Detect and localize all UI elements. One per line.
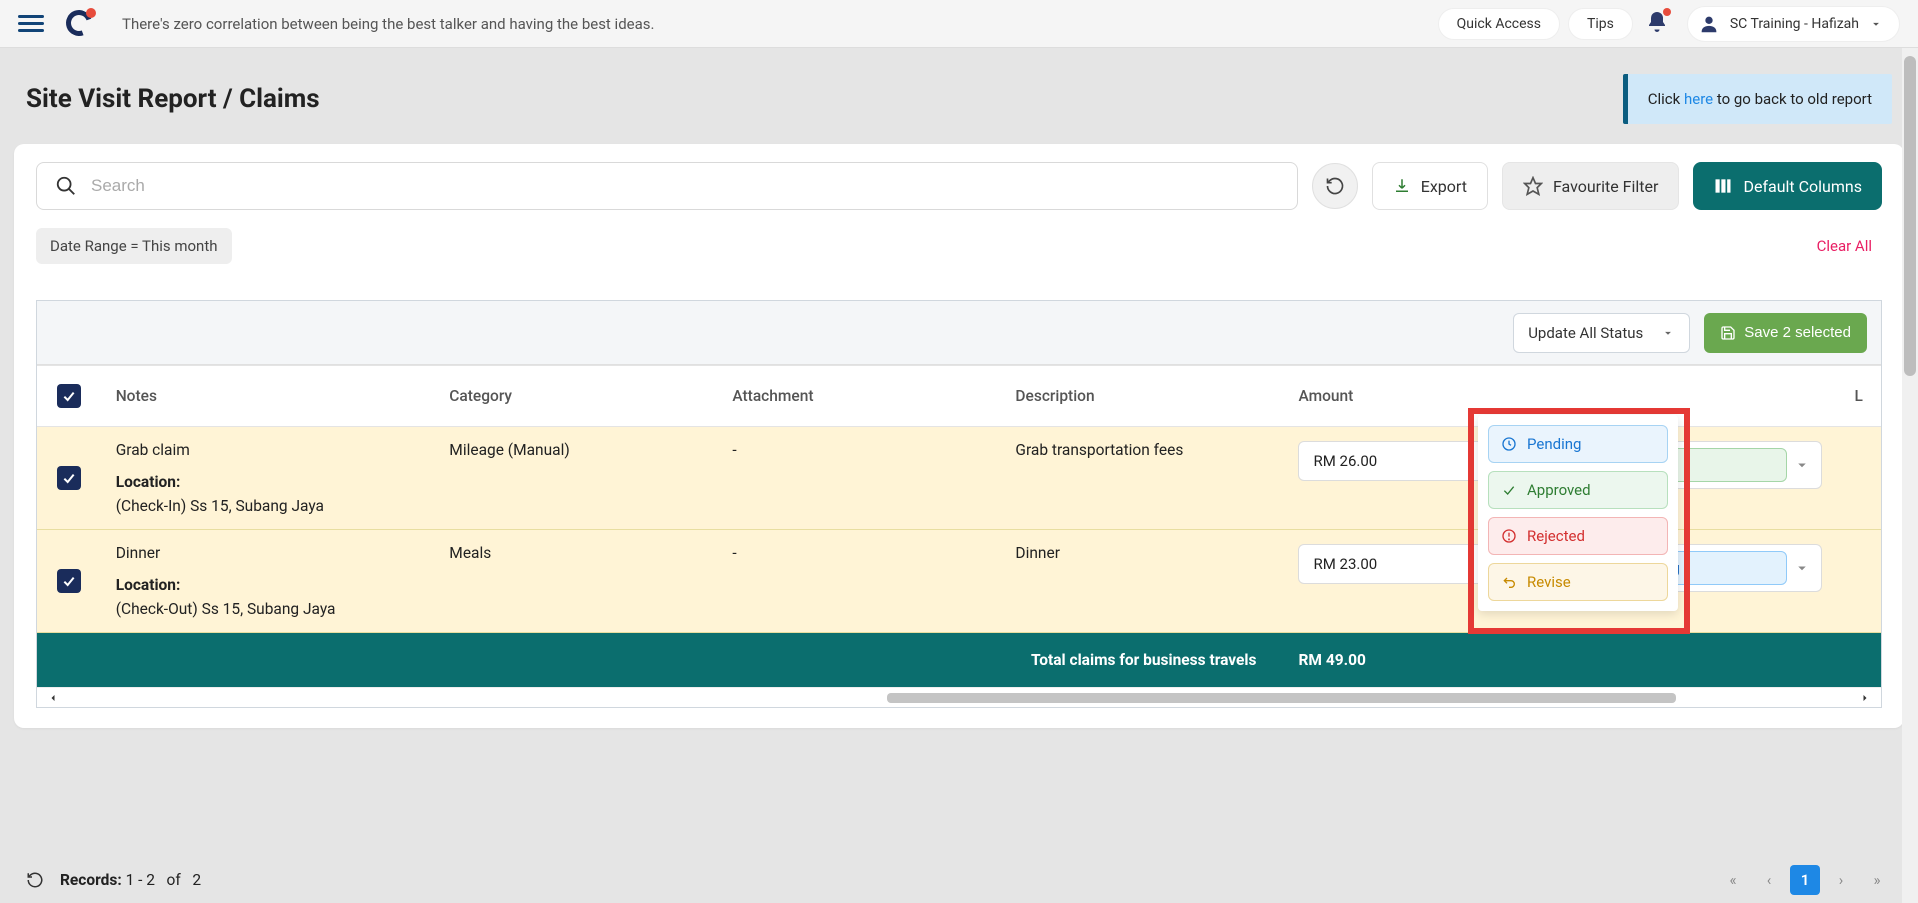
vscroll-thumb[interactable] (1904, 56, 1916, 376)
cell-description: Dinner (1001, 530, 1284, 633)
chevron-down-icon (1793, 559, 1811, 577)
scroll-thumb[interactable] (887, 693, 1675, 703)
status-option-revise[interactable]: Revise (1488, 563, 1668, 601)
cell-notes: Grab claim Location: (Check-In) Ss 15, S… (102, 427, 436, 530)
scroll-right-icon[interactable] (1859, 692, 1871, 704)
column-notes[interactable]: Notes (102, 366, 436, 427)
row-checkbox[interactable] (37, 530, 102, 633)
cell-category: Mileage (Manual) (435, 427, 718, 530)
page-first[interactable]: « (1718, 865, 1748, 895)
clear-all-link[interactable]: Clear All (1817, 237, 1882, 255)
user-name-label: SC Training - Hafizah (1730, 16, 1859, 32)
vertical-scrollbar[interactable] (1902, 48, 1918, 903)
search-box[interactable] (36, 162, 1298, 210)
cell-category: Meals (435, 530, 718, 633)
favourite-filter-button[interactable]: Favourite Filter (1502, 162, 1680, 210)
search-icon (55, 175, 77, 197)
scroll-left-icon[interactable] (47, 692, 59, 704)
update-all-status-dropdown[interactable]: Update All Status (1513, 313, 1690, 353)
default-columns-button[interactable]: Default Columns (1693, 162, 1882, 210)
cell-attachment: - (718, 530, 1001, 633)
clock-icon (1501, 436, 1517, 452)
status-dropdown-menu: Pending Approved Rejected Revise (1478, 415, 1678, 611)
download-icon (1393, 177, 1411, 195)
page-next[interactable]: › (1826, 865, 1856, 895)
footer: Records: 1 - 2 of 2 « ‹ 1 › » (0, 857, 1918, 903)
tips-button[interactable]: Tips (1568, 8, 1633, 40)
export-button[interactable]: Export (1372, 162, 1488, 210)
notifications-icon[interactable] (1645, 10, 1669, 38)
column-category[interactable]: Category (435, 366, 718, 427)
user-avatar-icon (1698, 13, 1720, 35)
horizontal-scrollbar[interactable] (37, 687, 1881, 707)
star-icon (1523, 176, 1543, 196)
chevron-down-icon (1793, 456, 1811, 474)
footer-refresh-icon[interactable] (26, 871, 44, 889)
total-row: Total claims for business travels RM 49.… (37, 633, 1881, 688)
table-action-bar: Update All Status Save 2 selected (37, 301, 1881, 365)
undo-icon (1501, 574, 1517, 590)
app-logo[interactable] (66, 10, 94, 38)
chevron-down-icon (1869, 17, 1883, 31)
page-title: Site Visit Report / Claims (26, 84, 320, 114)
check-icon (1501, 482, 1517, 498)
error-icon (1501, 528, 1517, 544)
tagline-text: There's zero correlation between being t… (122, 15, 1430, 33)
total-amount: RM 49.00 (1284, 633, 1881, 688)
columns-icon (1713, 176, 1733, 196)
filter-row: Date Range = This month Clear All (14, 210, 1904, 282)
cell-attachment: - (718, 427, 1001, 530)
records-label: Records: 1 - 2 of 2 (60, 871, 201, 889)
chevron-down-icon (1661, 326, 1675, 340)
cell-description: Grab transportation fees (1001, 427, 1284, 530)
hamburger-menu-icon[interactable] (18, 11, 44, 37)
cell-notes: Dinner Location: (Check-Out) Ss 15, Suba… (102, 530, 436, 633)
column-attachment[interactable]: Attachment (718, 366, 1001, 427)
status-option-approved[interactable]: Approved (1488, 471, 1668, 509)
page-last[interactable]: » (1862, 865, 1892, 895)
header-checkbox[interactable] (37, 366, 102, 427)
status-option-pending[interactable]: Pending (1488, 425, 1668, 463)
column-description[interactable]: Description (1001, 366, 1284, 427)
toolbar: Export Favourite Filter Default Columns (14, 144, 1904, 210)
save-selected-button[interactable]: Save 2 selected (1704, 313, 1867, 353)
status-option-rejected[interactable]: Rejected (1488, 517, 1668, 555)
pagination: « ‹ 1 › » (1718, 865, 1892, 895)
refresh-icon (1325, 176, 1345, 196)
date-range-chip[interactable]: Date Range = This month (36, 228, 232, 264)
old-report-banner: Click here to go back to old report (1623, 74, 1892, 124)
page-current[interactable]: 1 (1790, 865, 1820, 895)
old-report-link[interactable]: here (1684, 90, 1713, 108)
top-bar: There's zero correlation between being t… (0, 0, 1918, 48)
column-last[interactable]: L (1841, 366, 1882, 427)
refresh-button[interactable] (1312, 163, 1358, 209)
search-input[interactable] (91, 176, 1279, 196)
row-checkbox[interactable] (37, 427, 102, 530)
quick-access-button[interactable]: Quick Access (1438, 8, 1560, 40)
save-icon (1720, 325, 1736, 341)
page-prev[interactable]: ‹ (1754, 865, 1784, 895)
total-label: Total claims for business travels (37, 633, 1284, 688)
user-menu[interactable]: SC Training - Hafizah (1687, 6, 1900, 42)
